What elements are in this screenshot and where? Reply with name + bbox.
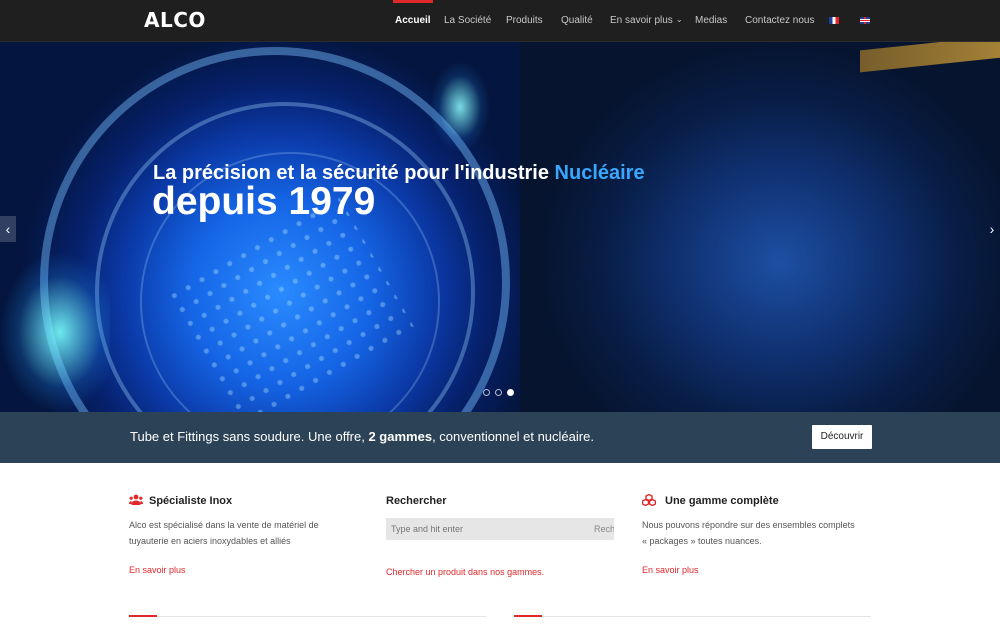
section-divider-accent [514, 615, 542, 617]
hero-subheadline: depuis 1979 [152, 180, 376, 223]
feature-range-line: Nous pouvons répondre sur des ensembles … [642, 520, 855, 530]
flag-fr-icon[interactable] [829, 17, 839, 24]
promo-banner: Tube et Fittings sans soudure. Une offre… [0, 412, 1000, 463]
section-divider-accent [129, 615, 157, 617]
hero-slider: La précision et la sécurité pour l'indus… [0, 42, 1000, 412]
hero-decor-glow [420, 62, 500, 152]
flag-en-icon[interactable] [860, 17, 870, 24]
hero-decor-glow [0, 252, 110, 412]
promo-text-suffix: , conventionnel et nucléaire. [432, 429, 594, 444]
search-button[interactable]: Rech [594, 518, 614, 540]
users-icon [129, 494, 143, 505]
slider-dot[interactable] [483, 389, 490, 396]
slider-dot-active[interactable] [507, 389, 514, 396]
feature-range-line: « packages » toutes nuances. [642, 536, 762, 546]
nav-item-contactez-nous[interactable]: Contactez nous [745, 0, 815, 42]
chevron-down-icon: ⌄ [675, 15, 683, 24]
promo-text-prefix: Tube et Fittings sans soudure. Une offre… [130, 429, 369, 444]
feature-specialist-line: tuyauterie en aciers inoxydables et alli… [129, 536, 291, 546]
hero-background-right [520, 42, 1000, 412]
site-logo[interactable]: ALCO [144, 8, 206, 32]
feature-search-title: Rechercher [386, 495, 447, 507]
feature-range-title: Une gamme complète [665, 495, 779, 507]
top-navbar: ALCO Accueil La Société Produits Qualité… [0, 0, 1000, 42]
promo-banner-text: Tube et Fittings sans soudure. Une offre… [130, 429, 594, 444]
hero-headline-highlight: Nucléaire [554, 162, 645, 184]
slider-prev-button[interactable]: ‹ [0, 216, 16, 242]
discover-button[interactable]: Découvrir [812, 425, 872, 449]
feature-specialist-text: Alco est spécialisé dans la vente de mat… [129, 517, 319, 549]
nav-item-la-societe[interactable]: La Société [444, 0, 491, 42]
feature-specialist-title: Spécialiste Inox [149, 495, 233, 507]
nav-item-en-savoir-plus[interactable]: En savoir plus ⌄ [610, 0, 683, 42]
feature-range-link[interactable]: En savoir plus [642, 565, 699, 575]
nav-item-en-savoir-plus-label: En savoir plus [610, 15, 673, 26]
feature-specialist-link[interactable]: En savoir plus [129, 565, 186, 575]
nav-item-medias[interactable]: Medias [695, 0, 727, 42]
slider-dot[interactable] [495, 389, 502, 396]
chevron-right-icon: › [989, 221, 995, 237]
slider-next-button[interactable]: › [984, 216, 1000, 242]
promo-text-bold: 2 gammes [368, 429, 433, 444]
chevron-left-icon: ‹ [5, 221, 11, 237]
section-divider [129, 616, 486, 617]
nav-item-accueil[interactable]: Accueil [393, 0, 433, 42]
search-input[interactable] [386, 518, 614, 540]
feature-range-text: Nous pouvons répondre sur des ensembles … [642, 517, 855, 549]
section-divider [514, 616, 871, 617]
feature-specialist-line: Alco est spécialisé dans la vente de mat… [129, 520, 319, 530]
cubes-icon [642, 494, 656, 506]
nav-item-produits[interactable]: Produits [506, 0, 543, 42]
feature-search-link[interactable]: Chercher un produit dans nos gammes. [386, 567, 544, 577]
nav-item-qualite[interactable]: Qualité [561, 0, 593, 42]
